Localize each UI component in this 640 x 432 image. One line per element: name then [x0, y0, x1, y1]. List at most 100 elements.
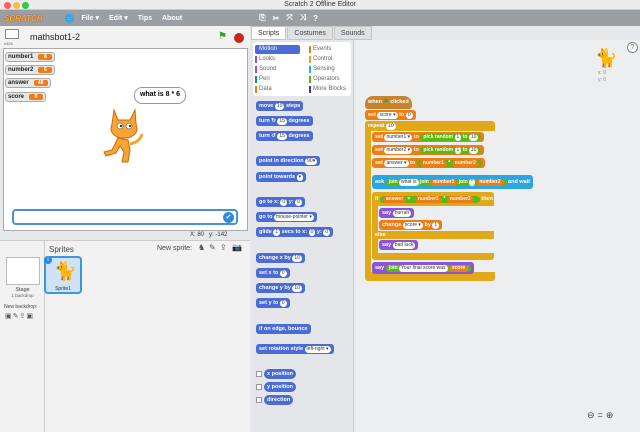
green-flag-icon[interactable]: ⚑	[218, 32, 227, 42]
info-icon[interactable]: i	[44, 256, 52, 264]
category-events[interactable]: Events	[309, 45, 331, 54]
category-looks[interactable]: Looks	[255, 55, 275, 64]
block-turn-left[interactable]: turn ↺ 15 degrees	[256, 131, 313, 141]
upload-sprite-icon[interactable]: ⇪	[220, 243, 227, 252]
new-backdrop-label: New backdrop:	[4, 304, 38, 310]
reporter-direction[interactable]: direction	[264, 395, 294, 405]
block-say-final-score[interactable]: say join Your final score was score	[372, 262, 475, 274]
block-point-direction[interactable]: point in direction 90▾	[256, 156, 321, 166]
category-motion[interactable]: Motion	[255, 45, 300, 54]
title-bar: Scratch 2 Offline Editor	[0, 0, 640, 10]
tips-menu[interactable]: Tips	[138, 15, 152, 22]
reporter-x-position[interactable]: x position	[264, 369, 296, 379]
category-data[interactable]: Data	[255, 85, 272, 94]
block-set-y[interactable]: set y to 0	[256, 298, 290, 308]
grow-icon[interactable]: ⤧	[286, 13, 292, 23]
block-set-number1[interactable]: set number1 ▾ to pick random 1 to 10	[372, 132, 485, 142]
category-more-blocks[interactable]: More Blocks	[309, 85, 346, 94]
block-bounce[interactable]: if on edge, bounce	[256, 324, 311, 334]
version-label: v426	[4, 41, 13, 46]
stage-thumbnail[interactable]	[6, 257, 40, 285]
monitor-number2[interactable]: number2 6	[5, 65, 56, 75]
block-change-y[interactable]: change y by 10	[256, 283, 305, 293]
choose-sprite-library-icon[interactable]: ♞	[198, 243, 205, 252]
monitor-number1[interactable]: number1 8	[5, 52, 56, 62]
monitor-answer[interactable]: answer 48	[5, 78, 51, 88]
project-title[interactable]: mathsbot1-2	[30, 32, 80, 42]
block-point-towards[interactable]: point towards ▾	[256, 172, 307, 182]
block-move-steps[interactable]: move 10 steps	[256, 101, 304, 111]
globe-icon[interactable]: 🌐	[65, 14, 75, 23]
zoom-window-button[interactable]	[22, 2, 29, 9]
category-operators[interactable]: Operators	[309, 75, 340, 84]
window-title: Scratch 2 Offline Editor	[284, 1, 356, 8]
zoom-reset-icon[interactable]: =	[598, 410, 606, 420]
sprite-preview-icon: 🐈	[595, 48, 618, 68]
stop-sign-icon[interactable]	[234, 33, 244, 43]
block-set-answer[interactable]: set answer ▾ to number1 * number2	[372, 158, 485, 168]
block-say-hurrah[interactable]: say hurrah	[379, 208, 415, 218]
block-change-score[interactable]: change score ▾ by 1	[379, 220, 443, 230]
shrink-icon[interactable]: ⤨	[300, 13, 306, 23]
zoom-controls: ⊖=⊕	[587, 410, 616, 421]
speech-bubble: what is 8 * 6	[134, 87, 186, 104]
editor-tabs: Scripts Costumes Sounds	[251, 26, 372, 40]
sprite-y-label: y: 0	[598, 77, 607, 83]
monitor-score[interactable]: score 0	[5, 92, 47, 102]
block-goto-xy[interactable]: go to x: 0 y: 0	[256, 197, 305, 207]
category-pen[interactable]: Pen	[255, 75, 270, 84]
reporter-y-position[interactable]: y position	[264, 382, 296, 392]
tab-scripts[interactable]: Scripts	[251, 26, 287, 40]
submit-check-icon[interactable]: ✔	[223, 212, 234, 223]
tab-costumes[interactable]: Costumes	[287, 26, 333, 40]
zoom-in-icon[interactable]: ⊕	[606, 410, 617, 420]
repeat-label: repeat 10	[368, 123, 396, 130]
sprite1-label: Sprite1	[55, 286, 71, 292]
delete-scissors-icon[interactable]: ✂	[273, 14, 280, 23]
stage-header: v426 mathsbot1-2 ⚑	[0, 26, 250, 48]
x-position-checkbox[interactable]	[256, 371, 262, 377]
block-glide[interactable]: glide 1 secs to x: 0 y: 0	[256, 227, 334, 237]
menu-bar: SCRATCH 🌐 File ▾ Edit ▾ Tips About ⎘ ✂ ⤧…	[0, 10, 640, 26]
block-set-score[interactable]: set score ▾ to 0	[365, 110, 416, 120]
sprite-cat-icon: 🐈	[54, 261, 77, 281]
backdrop-tools-icon[interactable]: ▣✎⇪▣	[5, 312, 34, 320]
sprite1-thumbnail[interactable]: i 🐈 Sprite1	[44, 256, 82, 294]
category-sound[interactable]: Sound	[255, 65, 276, 74]
about-menu[interactable]: About	[162, 15, 182, 22]
y-position-checkbox[interactable]	[256, 384, 262, 390]
hat-when-flag-clicked[interactable]: when ⚑ clicked	[365, 96, 412, 109]
block-goto[interactable]: go to mouse-pointer ▾	[256, 212, 317, 222]
block-turn-right[interactable]: turn ↻ 15 degrees	[256, 116, 313, 126]
help-icon[interactable]: ?	[313, 14, 318, 23]
cat-sprite[interactable]	[100, 106, 146, 164]
block-set-number2[interactable]: set number2 ▾ to pick random 1 to 10	[372, 145, 485, 155]
direction-checkbox[interactable]	[256, 397, 262, 403]
minimize-window-button[interactable]	[13, 2, 20, 9]
tab-sounds[interactable]: Sounds	[333, 26, 372, 40]
category-selector: Motion Looks Sound Pen Data Events Contr…	[253, 42, 351, 96]
duplicate-icon[interactable]: ⎘	[259, 13, 265, 23]
zoom-out-icon[interactable]: ⊖	[587, 410, 598, 420]
file-menu[interactable]: File ▾	[81, 14, 99, 22]
category-control[interactable]: Control	[309, 55, 332, 64]
block-set-x[interactable]: set x to 0	[256, 268, 290, 278]
ask-answer-input[interactable]: ✔	[12, 209, 238, 225]
paint-sprite-icon[interactable]: ✎	[209, 243, 216, 252]
backdrop-count: 1 backdrop	[11, 293, 34, 298]
block-rotation-style[interactable]: set rotation style left-right ▾	[256, 344, 334, 354]
else-label: else	[375, 232, 386, 238]
scratch-logo[interactable]: SCRATCH	[4, 14, 43, 23]
block-change-x[interactable]: change x by 10	[256, 253, 305, 263]
presentation-mode-icon[interactable]	[5, 29, 19, 39]
category-sensing[interactable]: Sensing	[309, 65, 335, 74]
close-window-button[interactable]	[4, 2, 11, 9]
edit-menu[interactable]: Edit ▾	[109, 14, 128, 22]
stage-coordinates: X: 80 y: -142	[190, 232, 228, 238]
camera-icon[interactable]: 📷	[232, 243, 242, 252]
block-ask-and-wait[interactable]: ask join what is join number1 join * num…	[372, 175, 534, 189]
sprite-x-label: x: 0	[598, 70, 607, 76]
help-icon[interactable]: ?	[627, 42, 638, 53]
new-sprite-label: New sprite:	[157, 245, 193, 252]
block-say-bad-luck[interactable]: say bad luck	[379, 240, 419, 250]
